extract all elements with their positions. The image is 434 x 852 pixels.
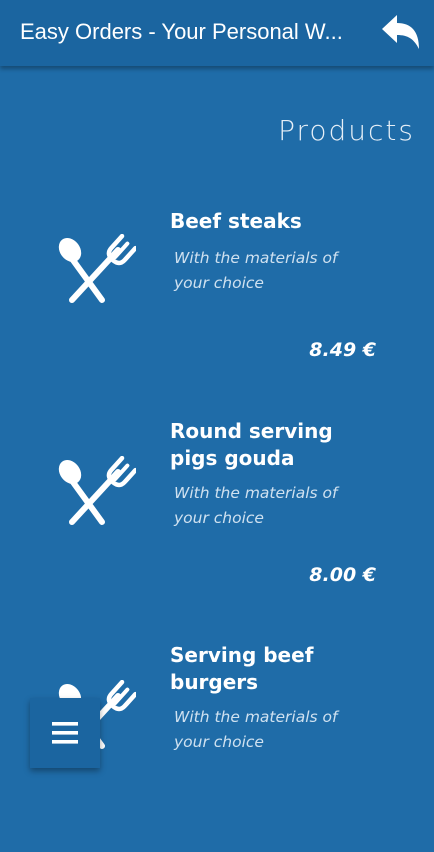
product-price: 8.49 €: [309, 339, 376, 361]
menu-button[interactable]: [30, 698, 100, 768]
product-description: With the materials of your choice: [174, 249, 338, 292]
product-item-round-serving-pigs-gouda[interactable]: Round serving pigs gouda With the materi…: [0, 418, 434, 628]
back-button[interactable]: [378, 12, 422, 54]
product-name: Serving beef burgers: [170, 643, 314, 694]
hamburger-menu-icon: [52, 722, 78, 744]
product-item-beef-steaks[interactable]: Beef steaks With the materials of your c…: [0, 200, 434, 410]
page-title: Products: [278, 114, 415, 147]
product-name: Beef steaks: [170, 209, 302, 233]
product-price: 8.00 €: [309, 564, 376, 586]
product-description: With the materials of your choice: [174, 708, 338, 751]
product-name: Round serving pigs gouda: [170, 419, 333, 470]
spoon-fork-icon: [52, 455, 138, 528]
spoon-fork-icon: [52, 233, 138, 306]
app-title: Easy Orders - Your Personal W...: [20, 19, 343, 44]
product-description: With the materials of your choice: [174, 484, 338, 527]
reply-arrow-icon: [382, 15, 419, 49]
app-bar: Easy Orders - Your Personal W...: [0, 0, 434, 66]
